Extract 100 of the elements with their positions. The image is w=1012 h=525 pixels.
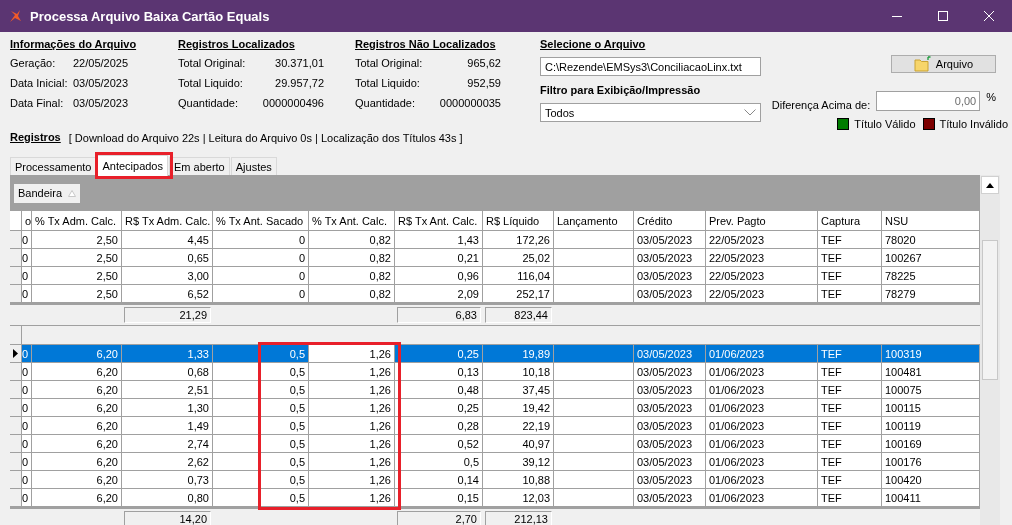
table-cell[interactable]: 2,50: [32, 231, 122, 248]
table-cell[interactable]: 0: [213, 267, 309, 284]
chevron-down-icon[interactable]: [744, 109, 756, 116]
table-cell[interactable]: 22/05/2023: [706, 231, 818, 248]
table-cell[interactable]: 6,20: [32, 399, 122, 416]
table-cell[interactable]: 1,26: [309, 363, 395, 380]
table-cell[interactable]: 01/06/2023: [706, 471, 818, 488]
table-cell[interactable]: 6,20: [32, 471, 122, 488]
table-cell[interactable]: 0,73: [122, 471, 213, 488]
table-cell[interactable]: 0,82: [309, 249, 395, 266]
table-cell[interactable]: 03/05/2023: [634, 231, 706, 248]
table-cell[interactable]: 1,26: [309, 417, 395, 434]
table-cell[interactable]: TEF: [818, 249, 882, 266]
table-cell[interactable]: 2,50: [32, 285, 122, 302]
difference-field[interactable]: 0,00: [876, 91, 981, 111]
table-cell[interactable]: TEF: [818, 489, 882, 506]
table-cell[interactable]: 03/05/2023: [634, 381, 706, 398]
tab[interactable]: Ajustes: [230, 157, 277, 175]
column-header[interactable]: o: [22, 211, 32, 230]
table-cell[interactable]: 01/06/2023: [706, 345, 818, 362]
table-cell[interactable]: 10,18: [483, 363, 554, 380]
column-header[interactable]: Crédito: [634, 211, 706, 230]
table-cell[interactable]: 172,26: [483, 231, 554, 248]
table-cell[interactable]: 0: [22, 417, 32, 434]
column-header[interactable]: % Tx Ant. Sacado: [213, 211, 309, 230]
scroll-up-icon[interactable]: [986, 182, 994, 188]
table-cell[interactable]: 01/06/2023: [706, 453, 818, 470]
table-cell[interactable]: 4,45: [122, 231, 213, 248]
table-cell[interactable]: 100319: [882, 345, 980, 362]
table-cell[interactable]: 01/06/2023: [706, 417, 818, 434]
table-cell[interactable]: 37,45: [483, 381, 554, 398]
table-cell[interactable]: 03/05/2023: [634, 345, 706, 362]
table-cell[interactable]: 0: [22, 489, 32, 506]
column-header[interactable]: Prev. Pagto: [706, 211, 818, 230]
group-by-chip[interactable]: Bandeira: [14, 183, 81, 203]
table-cell[interactable]: 2,09: [395, 285, 483, 302]
table-cell[interactable]: 01/06/2023: [706, 363, 818, 380]
table-cell[interactable]: 0,65: [122, 249, 213, 266]
table-cell[interactable]: 0,15: [395, 489, 483, 506]
table-cell[interactable]: TEF: [818, 231, 882, 248]
table-cell[interactable]: 6,20: [32, 435, 122, 452]
table-cell[interactable]: 2,62: [122, 453, 213, 470]
table-cell[interactable]: 2,50: [32, 249, 122, 266]
table-cell[interactable]: 0,52: [395, 435, 483, 452]
table-cell[interactable]: 0,25: [395, 399, 483, 416]
table-cell[interactable]: 0,82: [309, 267, 395, 284]
table-cell[interactable]: 01/06/2023: [706, 381, 818, 398]
table-cell[interactable]: 10,88: [483, 471, 554, 488]
table-cell[interactable]: 0,5: [213, 435, 309, 452]
table-cell[interactable]: 0: [22, 453, 32, 470]
table-cell[interactable]: 0: [22, 285, 32, 302]
row-indicator[interactable]: [10, 345, 22, 362]
table-cell[interactable]: 0,5: [395, 453, 483, 470]
table-cell[interactable]: 1,26: [309, 435, 395, 452]
table-cell[interactable]: 0,14: [395, 471, 483, 488]
filter-dropdown[interactable]: Todos: [540, 103, 761, 122]
table-cell[interactable]: 3,00: [122, 267, 213, 284]
table-cell[interactable]: 0: [213, 231, 309, 248]
maximize-icon[interactable]: [938, 11, 948, 21]
tab[interactable]: Processamento: [10, 157, 97, 175]
table-cell[interactable]: 0: [22, 399, 32, 416]
table-cell[interactable]: TEF: [818, 363, 882, 380]
table-cell[interactable]: TEF: [818, 453, 882, 470]
close-icon[interactable]: [984, 11, 994, 21]
table-cell[interactable]: 1,26: [309, 453, 395, 470]
table-cell[interactable]: 40,97: [483, 435, 554, 452]
file-button[interactable]: Arquivo: [891, 55, 996, 73]
table-cell[interactable]: 6,20: [32, 417, 122, 434]
table-cell[interactable]: 0: [213, 285, 309, 302]
table-cell[interactable]: [554, 345, 634, 362]
table-cell[interactable]: TEF: [818, 399, 882, 416]
scrollbar[interactable]: [980, 175, 1000, 525]
table-cell[interactable]: 22/05/2023: [706, 267, 818, 284]
table-cell[interactable]: 01/06/2023: [706, 489, 818, 506]
table-cell[interactable]: 1,26: [309, 381, 395, 398]
table-cell[interactable]: 1,26: [309, 489, 395, 506]
table-cell[interactable]: 0,21: [395, 249, 483, 266]
table-cell[interactable]: TEF: [818, 435, 882, 452]
table-cell[interactable]: 0,96: [395, 267, 483, 284]
table-cell[interactable]: 03/05/2023: [634, 267, 706, 284]
table-cell[interactable]: TEF: [818, 345, 882, 362]
table-cell[interactable]: 1,33: [122, 345, 213, 362]
table-cell[interactable]: 0,48: [395, 381, 483, 398]
table-cell[interactable]: 0,5: [213, 345, 309, 362]
file-path-field[interactable]: C:\Rezende\EMSys3\ConciliacaoLinx.txt: [540, 57, 761, 76]
table-cell[interactable]: 03/05/2023: [634, 285, 706, 302]
tab[interactable]: Em aberto: [169, 157, 230, 175]
table-cell[interactable]: 03/05/2023: [634, 435, 706, 452]
table-cell[interactable]: 03/05/2023: [634, 417, 706, 434]
table-cell[interactable]: 0,5: [213, 489, 309, 506]
table-cell[interactable]: 01/06/2023: [706, 399, 818, 416]
table-cell[interactable]: 03/05/2023: [634, 489, 706, 506]
column-header[interactable]: % Tx Adm. Calc.: [32, 211, 122, 230]
table-cell[interactable]: 03/05/2023: [634, 453, 706, 470]
table-cell[interactable]: 0: [22, 363, 32, 380]
table-cell[interactable]: 22,19: [483, 417, 554, 434]
table-cell[interactable]: 0,80: [122, 489, 213, 506]
table-cell[interactable]: TEF: [818, 267, 882, 284]
table-cell[interactable]: 1,26: [309, 399, 395, 416]
table-cell[interactable]: 0,13: [395, 363, 483, 380]
